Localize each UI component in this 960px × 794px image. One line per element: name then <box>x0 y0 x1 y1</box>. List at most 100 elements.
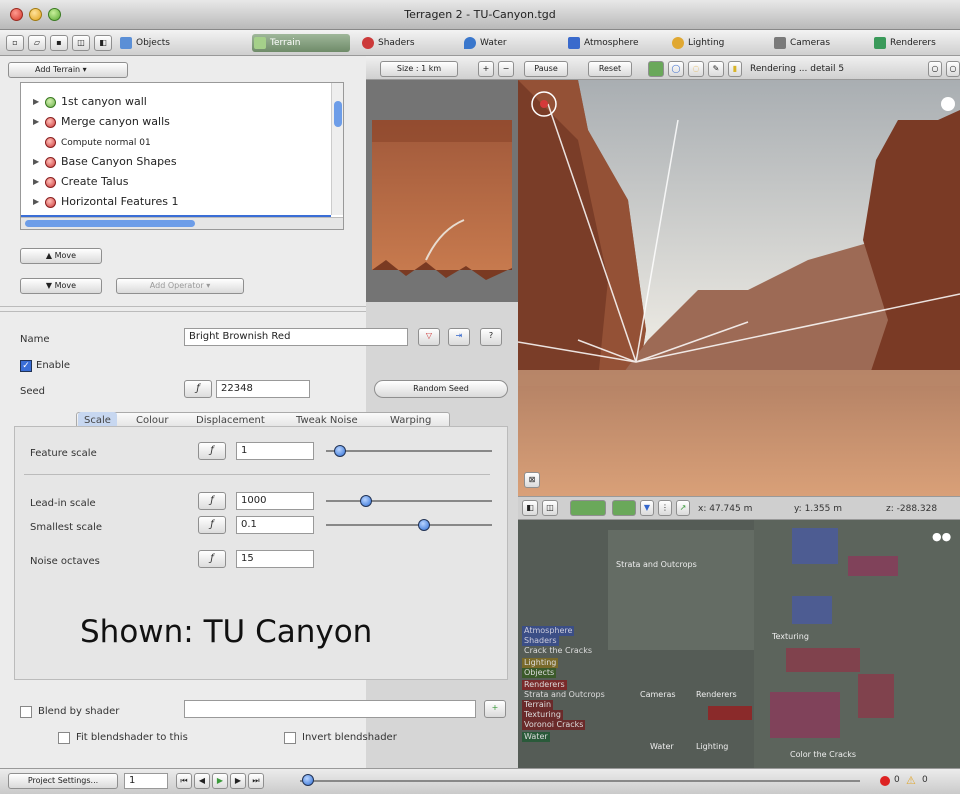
seed-field[interactable]: 22348 <box>216 380 310 398</box>
tab-lighting[interactable]: Lighting <box>670 34 762 52</box>
view-option-icon[interactable]: ○ <box>946 61 960 77</box>
preview-size-select[interactable]: Size : 1 km <box>380 61 458 77</box>
node-label[interactable]: Cameras <box>638 690 678 700</box>
slider-knob[interactable] <box>418 519 431 531</box>
smallest-scale-field[interactable]: 0.1 <box>236 516 314 534</box>
random-seed-button[interactable]: Random Seed <box>374 380 508 398</box>
scrollbar-thumb[interactable] <box>25 220 195 227</box>
disclosure-triangle-icon[interactable]: ▶ <box>33 193 39 211</box>
project-settings-button[interactable]: Project Settings... <box>8 773 118 789</box>
timeline-slider[interactable] <box>300 780 860 782</box>
add-terrain-button[interactable]: Add Terrain ▾ <box>8 62 128 78</box>
tab-terrain[interactable]: Terrain <box>252 34 350 52</box>
lead-in-scale-field[interactable]: 1000 <box>236 492 314 510</box>
feature-scale-field[interactable]: 1 <box>236 442 314 460</box>
blend-by-shader-checkbox[interactable] <box>20 706 32 718</box>
node-label[interactable]: Texturing <box>522 710 563 720</box>
node-label[interactable]: Crack the Cracks <box>522 646 594 656</box>
disclosure-triangle-icon[interactable]: ▶ <box>33 93 39 111</box>
move-up-button[interactable]: ▲ Move <box>20 248 102 264</box>
node-label[interactable]: Objects <box>522 668 557 678</box>
disclosure-triangle-icon[interactable]: ▶ <box>33 153 39 171</box>
frame-field[interactable]: 1 <box>124 773 168 789</box>
list-item[interactable]: ▶ 1st canyon wall <box>33 93 147 111</box>
save-project-icon[interactable]: ▪ <box>50 35 68 51</box>
name-field[interactable]: Bright Brownish Red <box>184 328 408 346</box>
view-tool-icon[interactable]: ◫ <box>542 500 558 516</box>
add-operator-button[interactable]: Add Operator ▾ <box>116 278 244 294</box>
tab-atmosphere[interactable]: Atmosphere <box>566 34 666 52</box>
last-frame-icon[interactable]: ⏭ <box>248 773 264 789</box>
node-label[interactable]: Renderers <box>522 680 567 690</box>
vertical-scrollbar[interactable] <box>331 83 343 215</box>
node-label[interactable]: Water <box>648 742 676 752</box>
feature-scale-curve-button[interactable]: ƒ <box>198 442 226 460</box>
lock-icon[interactable]: ▮ <box>728 61 742 77</box>
reset-button[interactable]: Reset <box>588 61 632 77</box>
list-item[interactable]: ▶ Merge canyon walls <box>33 113 170 131</box>
shader-link-icon[interactable]: ⇥ <box>448 328 470 346</box>
zoom-in-button[interactable]: + <box>478 61 494 77</box>
terrain-node-list[interactable]: ▶ 1st canyon wall ▶ Merge canyon walls C… <box>20 82 344 230</box>
node-label[interactable]: Texturing <box>770 632 811 642</box>
brush-icon[interactable]: ✎ <box>708 61 724 77</box>
blend-shader-field[interactable] <box>184 700 476 718</box>
slider-track[interactable] <box>326 450 492 452</box>
disclosure-triangle-icon[interactable]: ▶ <box>33 113 39 131</box>
slider-knob[interactable] <box>359 495 372 507</box>
view-tool-icon[interactable]: ⋮ <box>658 500 672 516</box>
node-label[interactable]: Color the Cracks <box>788 750 858 760</box>
smallest-scale-slider[interactable] <box>326 518 492 532</box>
list-item[interactable]: Compute normal 01 <box>33 133 151 151</box>
error-icon[interactable] <box>880 776 890 786</box>
tab-cameras[interactable]: Cameras <box>772 34 864 52</box>
tab-water[interactable]: Water <box>462 34 552 52</box>
view-tool-icon[interactable] <box>612 500 636 516</box>
list-item[interactable]: ▶ Create Talus <box>33 173 128 191</box>
node-label[interactable]: Atmosphere <box>522 626 575 636</box>
tab-renderers[interactable]: Renderers <box>872 34 958 52</box>
shader-menu-icon[interactable]: ▽ <box>418 328 440 346</box>
move-down-button[interactable]: ▼ Move <box>20 278 102 294</box>
scrollbar-thumb[interactable] <box>334 101 342 127</box>
enable-checkbox[interactable]: ✓ <box>20 360 32 372</box>
node-network-view[interactable]: Strata and Outcrops Atmosphere Shaders C… <box>518 520 960 768</box>
first-frame-icon[interactable]: ⏮ <box>176 773 192 789</box>
pause-button[interactable]: Pause <box>524 61 568 77</box>
layout-icon[interactable]: ◧ <box>94 35 112 51</box>
node-label[interactable]: Strata and Outcrops <box>614 560 699 570</box>
previous-frame-icon[interactable]: ◀ <box>194 773 210 789</box>
render-corner-icon[interactable]: ⊠ <box>524 472 540 488</box>
3d-render-view[interactable]: ⊠ <box>518 80 960 496</box>
node-label[interactable]: Lighting <box>522 658 559 668</box>
seed-curve-button[interactable]: ƒ <box>184 380 212 398</box>
noise-octaves-curve-button[interactable]: ƒ <box>198 550 226 568</box>
lead-in-scale-slider[interactable] <box>326 494 492 508</box>
sun-icon[interactable]: ◌ <box>688 61 704 77</box>
new-project-icon[interactable]: ▫ <box>6 35 24 51</box>
view-tool-icon[interactable]: ↗ <box>676 500 690 516</box>
horizontal-scrollbar[interactable] <box>21 217 343 229</box>
terrain-preview[interactable] <box>366 80 518 302</box>
tab-objects[interactable]: Objects <box>118 34 218 52</box>
list-item[interactable]: ▶ Base Canyon Shapes <box>33 153 177 171</box>
open-project-icon[interactable]: ▱ <box>28 35 46 51</box>
slider-track[interactable] <box>326 500 492 502</box>
zoom-out-button[interactable]: − <box>498 61 514 77</box>
render-mode-icon[interactable] <box>648 61 664 77</box>
invert-blendshader-checkbox[interactable] <box>284 732 296 744</box>
warning-icon[interactable]: ⚠ <box>906 774 916 787</box>
node-label[interactable]: Water <box>522 732 550 742</box>
fit-blendshader-checkbox[interactable] <box>58 732 70 744</box>
splitter-handle[interactable] <box>0 306 366 312</box>
tab-shaders[interactable]: Shaders <box>360 34 450 52</box>
zoom-network-icon[interactable]: ●● <box>932 531 954 542</box>
lead-in-scale-curve-button[interactable]: ƒ <box>198 492 226 510</box>
noise-octaves-field[interactable]: 15 <box>236 550 314 568</box>
render-view-icon[interactable]: ◫ <box>72 35 90 51</box>
view-tool-icon[interactable]: ◧ <box>522 500 538 516</box>
view-tool-icon[interactable] <box>570 500 606 516</box>
disclosure-triangle-icon[interactable]: ▶ <box>33 173 39 191</box>
play-icon[interactable]: ▶ <box>212 773 228 789</box>
view-option-icon[interactable]: ○ <box>928 61 942 77</box>
